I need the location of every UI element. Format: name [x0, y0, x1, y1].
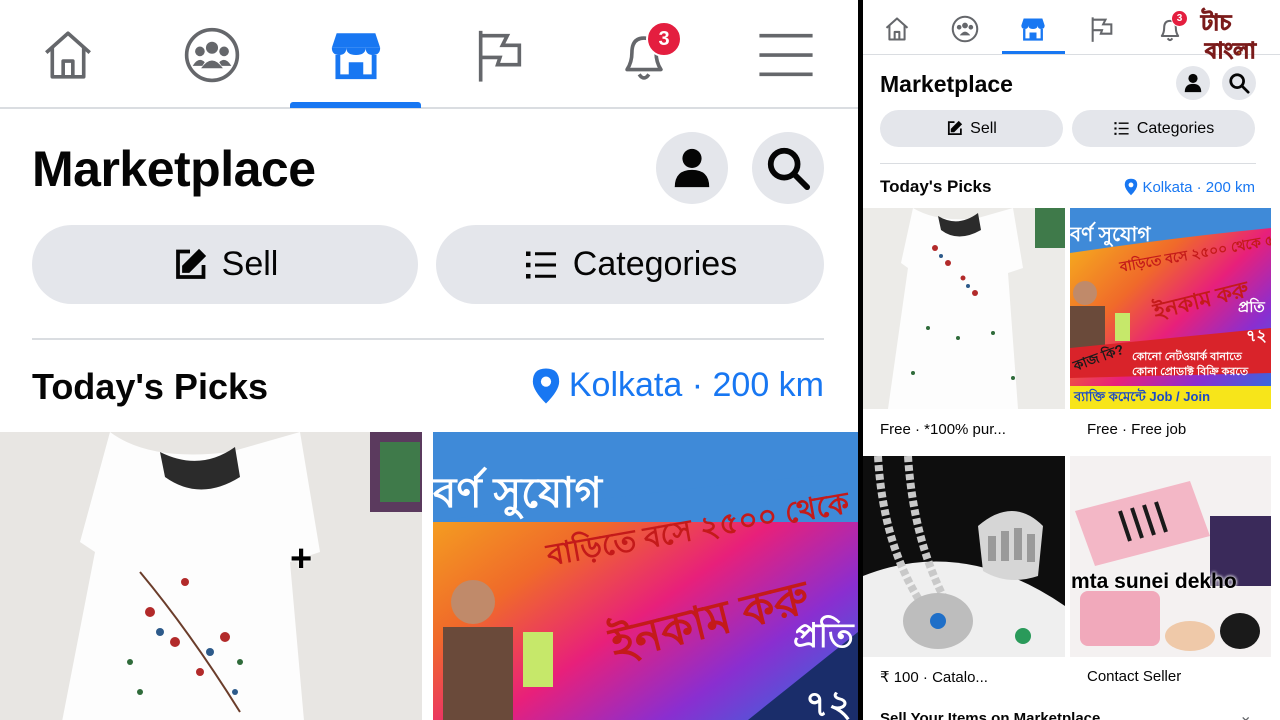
listing-image-job-ad[interactable]: বর্ণ সুযোগ বাড়িতে বসে ২৫০০ থেকে ৫০০০ ইন… — [433, 432, 858, 720]
groups-icon — [951, 15, 979, 43]
banner-text-4-small: প্রতি — [1238, 299, 1265, 316]
banner-text-1: বর্ণ সুযোগ — [433, 469, 602, 516]
marketplace-icon — [331, 33, 381, 80]
todays-picks-heading-small: Today's Picks — [880, 177, 992, 196]
sell-promo-heading[interactable]: Sell Your Items on Marketplace — [880, 710, 1100, 720]
location-pin-icon — [1125, 178, 1138, 196]
listing-tile-makeup[interactable] — [1070, 456, 1271, 657]
todays-picks-heading: Today's Picks — [32, 366, 269, 407]
edit-icon — [948, 120, 963, 136]
section-divider — [32, 338, 824, 340]
active-tab-indicator — [290, 102, 421, 108]
banner-text-9-small: ব্যাক্তি কমেন্টে Job / Join — [1074, 389, 1211, 404]
banner-text-1-small: বর্ণ সুযোগ — [1070, 224, 1151, 246]
location-label-small: Kolkata · 200 km — [1142, 178, 1255, 196]
nav-groups[interactable] — [177, 22, 247, 88]
home-icon — [45, 31, 91, 79]
location-filter-small[interactable]: Kolkata · 200 km — [1124, 178, 1255, 196]
categories-label-small: Categories — [1136, 119, 1215, 137]
profile-button[interactable] — [656, 132, 728, 204]
channel-logo: টাচ বাংলা — [1199, 2, 1277, 66]
groups-icon — [184, 27, 240, 83]
categories-label: Categories — [572, 245, 738, 283]
page-title: Marketplace — [32, 141, 316, 197]
list-icon — [1114, 122, 1129, 135]
categories-button[interactable]: Categories — [436, 225, 824, 304]
person-icon — [674, 148, 710, 188]
banner-text-5-small: ৭২ — [1246, 328, 1267, 345]
listing-tile-job-ad[interactable]: বর্ণ সুযোগ বাড়িতে বসে ২৫০০ থেকে ৫০০০ ইন… — [1070, 208, 1271, 409]
search-button-small[interactable] — [1222, 66, 1256, 100]
sell-label: Sell — [221, 245, 279, 283]
nav-pages-small[interactable] — [1084, 12, 1120, 46]
nav-home[interactable] — [33, 22, 103, 88]
listing-tile-dress[interactable] — [863, 208, 1065, 409]
sell-label-small: Sell — [970, 119, 997, 137]
nav-menu[interactable] — [751, 22, 821, 88]
location-pin-icon — [532, 367, 560, 404]
listing-label-jewellery: ₹ 100 · Catalo... — [880, 669, 988, 686]
listing-label-makeup: Contact Seller — [1087, 668, 1182, 685]
location-label: Kolkata · 200 km — [568, 366, 824, 404]
svg-text:বাংলা: বাংলা — [1204, 39, 1257, 64]
sell-button[interactable]: Sell — [32, 225, 418, 304]
marketplace-icon — [1021, 18, 1045, 41]
pages-flag-icon — [1091, 17, 1113, 42]
page-title-small: Marketplace — [880, 71, 1013, 97]
notification-badge-small: 3 — [1171, 10, 1188, 27]
nav-groups-small[interactable] — [947, 12, 983, 46]
listing-label-dress: Free · *100% pur... — [880, 421, 1006, 438]
listing-tile-jewellery[interactable] — [863, 456, 1065, 657]
sell-button-small[interactable]: Sell — [880, 110, 1063, 147]
full-view: 3 টাচ বাংলা Marketplace Sell Categories … — [863, 0, 1280, 720]
nav-marketplace-small[interactable] — [1015, 12, 1051, 46]
edit-icon — [175, 248, 206, 279]
person-icon — [1184, 73, 1202, 93]
search-icon — [1229, 73, 1250, 94]
profile-button-small[interactable] — [1176, 66, 1210, 100]
video-caption: mta sunei dekho — [1071, 570, 1237, 593]
top-nav-bar: 3 — [0, 0, 858, 109]
listing-label-job-ad: Free · Free job — [1087, 421, 1187, 438]
home-icon — [885, 17, 909, 41]
list-icon — [525, 251, 556, 278]
nav-marketplace[interactable] — [321, 22, 391, 88]
banner-text-5: ৭২ — [805, 683, 852, 720]
categories-button-small[interactable]: Categories — [1072, 110, 1255, 147]
active-tab-indicator-small — [1002, 51, 1065, 54]
chevron-down-icon[interactable]: ⌄ — [1239, 706, 1252, 720]
pages-flag-icon — [478, 30, 522, 82]
section-divider-small — [880, 163, 1256, 164]
notification-badge: 3 — [646, 21, 682, 57]
nav-pages[interactable] — [465, 22, 535, 88]
search-icon — [767, 147, 811, 191]
search-button[interactable] — [752, 132, 824, 204]
location-filter[interactable]: Kolkata · 200 km — [531, 366, 824, 405]
svg-text:টাচ: টাচ — [1200, 8, 1232, 36]
menu-icon — [759, 33, 813, 77]
plus-icon: + — [290, 538, 313, 580]
banner-text-4: প্রতি — [793, 617, 854, 655]
banner-text-7-small: কোনা প্রোডাক্ট বিক্রি করতে — [1132, 366, 1249, 378]
listing-image-dress[interactable] — [0, 432, 422, 720]
zoomed-view: 3 Marketplace Sell Categories Today's Pi… — [0, 0, 858, 720]
nav-home-small[interactable] — [879, 12, 915, 46]
